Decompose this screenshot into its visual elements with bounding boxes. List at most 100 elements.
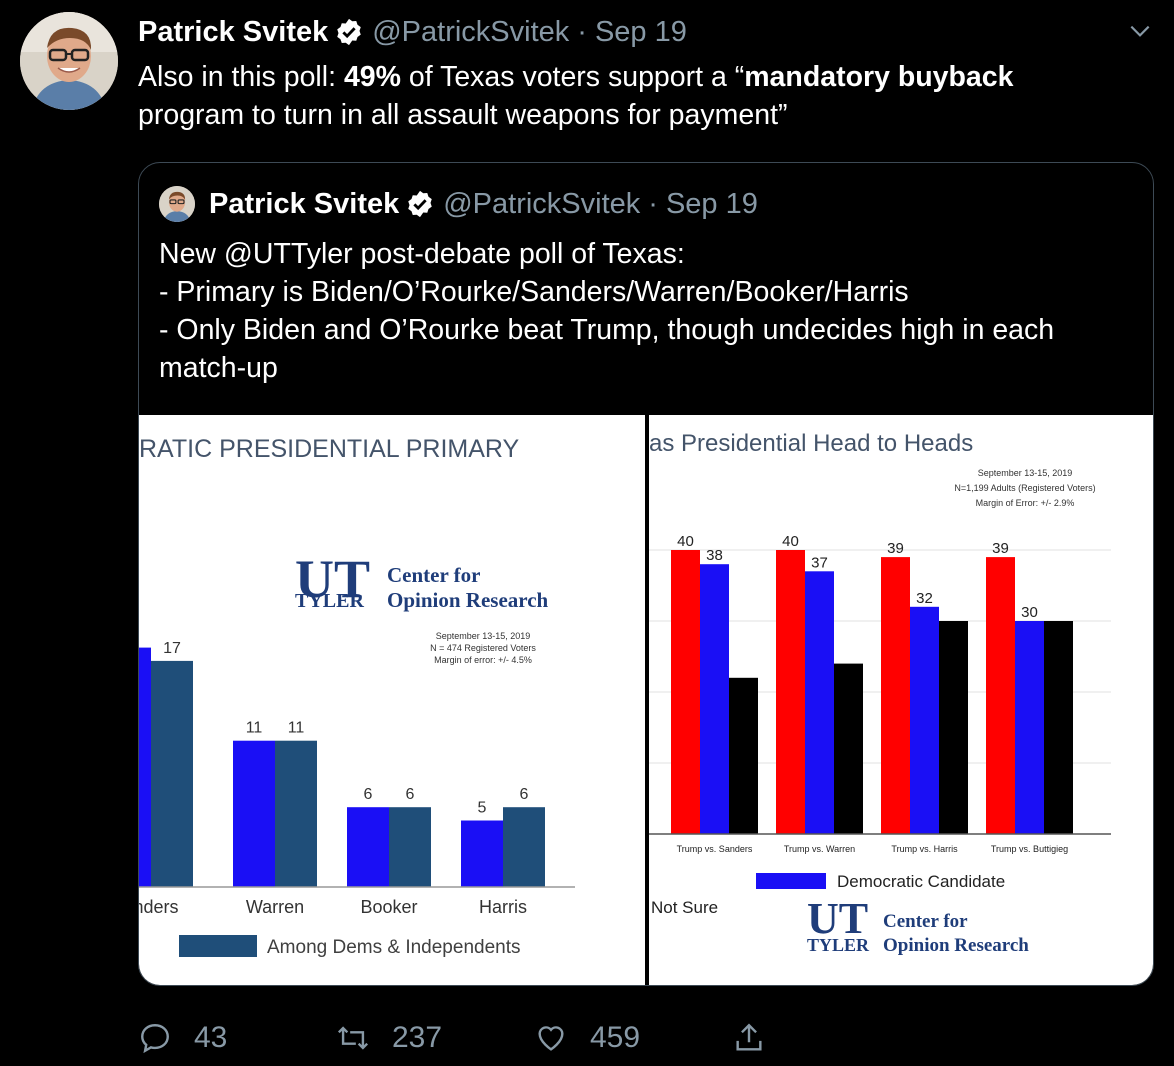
tweet-text: Also in this poll: 49% of Texas voters s…	[138, 58, 1148, 134]
bar	[700, 564, 729, 834]
legend-label: Democratic Candidate	[837, 872, 1005, 891]
bar	[275, 740, 317, 887]
bar-value-label: 11	[246, 720, 263, 737]
legend-swatch	[179, 935, 257, 957]
category-label: Warren	[246, 897, 304, 917]
bar	[1015, 621, 1044, 834]
quoted-handle: @PatrickSvitek	[443, 187, 641, 220]
category-label: Booker	[360, 897, 417, 917]
share-icon	[736, 1023, 762, 1051]
bar	[881, 557, 910, 834]
logo-center-text: Center for	[883, 911, 968, 932]
tweet-text-bold: 49%	[343, 61, 401, 93]
bar-value-label: 6	[520, 786, 529, 803]
separator: ·	[648, 187, 658, 220]
logo-center-text: Center for	[387, 563, 481, 587]
quoted-tweet[interactable]: Patrick Svitek @PatrickSvitek · Sep 19 N…	[138, 162, 1154, 986]
bar-value-label: 39	[887, 540, 904, 557]
chevron-down-icon[interactable]	[1127, 18, 1153, 44]
ut-tyler-logo: UT TYLER Center for Opinion Research	[807, 894, 1029, 956]
like-count: 459	[590, 1021, 641, 1054]
bar-value-label: 38	[706, 547, 723, 564]
retweet-icon	[337, 1026, 369, 1050]
chart-note: Margin of error: +/- 4.5%	[434, 655, 532, 665]
quoted-header: Patrick Svitek @PatrickSvitek · Sep 19	[159, 185, 758, 223]
bar	[461, 820, 503, 887]
chart-note: N=1,199 Adults (Registered Voters)	[954, 483, 1095, 493]
chart-title: RATIC PRESIDENTIAL PRIMARY	[139, 435, 519, 463]
bar	[939, 621, 968, 834]
separator: ·	[577, 15, 587, 48]
legend-label: Not Sure	[651, 898, 718, 917]
head-to-head-chart: as Presidential Head to Heads September …	[649, 430, 1111, 956]
bar	[776, 550, 805, 834]
bar	[729, 677, 758, 834]
category-label: Trump vs. Sanders	[677, 844, 753, 854]
bar	[805, 571, 834, 834]
bar-value-label: 30	[1021, 604, 1038, 621]
bar	[347, 807, 389, 887]
reply-button[interactable]: 43	[138, 1015, 227, 1061]
like-button[interactable]: 459	[534, 1015, 640, 1061]
bar-value-label: 32	[916, 590, 933, 607]
media-image-head-to-head[interactable]: as Presidential Head to Heads September …	[649, 415, 1153, 985]
bar	[910, 606, 939, 834]
bar	[671, 550, 700, 834]
media-grid: RATIC PRESIDENTIAL PRIMARY UT TYLER Cent…	[139, 415, 1153, 985]
bar-value-label: 40	[782, 533, 799, 550]
quoted-avatar	[159, 186, 195, 222]
avatar[interactable]	[20, 12, 118, 110]
share-button[interactable]	[732, 1015, 788, 1061]
handle[interactable]: @PatrickSvitek	[372, 16, 569, 49]
avatar-photo	[20, 12, 118, 110]
media-image-primary[interactable]: RATIC PRESIDENTIAL PRIMARY UT TYLER Cent…	[139, 415, 645, 985]
bar-value-label: 17	[163, 640, 181, 657]
bar	[1044, 621, 1073, 834]
bar	[986, 557, 1015, 834]
bar-value-label: 39	[992, 540, 1009, 557]
tweet-text-segment: program to turn in all assault weapons f…	[138, 99, 788, 131]
logo-tyler-text: TYLER	[295, 590, 364, 612]
legend-label: Among Dems & Independents	[267, 937, 521, 958]
tweet-date[interactable]: Sep 19	[595, 16, 687, 49]
retweet-button[interactable]: 237	[336, 1015, 442, 1061]
category-label: Trump vs. Warren	[784, 844, 855, 854]
chart-note: September 13-15, 2019	[978, 468, 1073, 478]
display-name[interactable]: Patrick Svitek	[138, 16, 328, 49]
chart-note: N = 474 Registered Voters	[430, 643, 536, 653]
category-label: Trump vs. Buttigieg	[991, 844, 1068, 854]
bar	[151, 660, 193, 887]
bar-value-label: 37	[811, 554, 828, 571]
bar	[503, 807, 545, 887]
ut-tyler-logo: UT TYLER Center for Opinion Research	[295, 549, 549, 612]
bar	[139, 647, 151, 887]
logo-tyler-text: TYLER	[807, 935, 870, 955]
quoted-text: New @UTTyler post-debate poll of Texas: …	[159, 238, 1055, 384]
bar-value-label: 40	[677, 533, 694, 550]
logo-research-text: Opinion Research	[387, 588, 549, 612]
primary-chart: RATIC PRESIDENTIAL PRIMARY UT TYLER Cent…	[139, 435, 575, 958]
bar	[233, 740, 275, 887]
tweet-text-segment: Also in this poll:	[138, 61, 344, 93]
retweet-count: 237	[392, 1021, 443, 1054]
bar	[389, 807, 431, 887]
bar	[834, 663, 863, 834]
bar-value-label: 6	[364, 786, 373, 803]
tweet-header: Patrick Svitek @PatrickSvitek · Sep 19	[138, 14, 687, 50]
legend-swatch	[756, 873, 826, 889]
verified-badge-icon	[337, 18, 361, 46]
chart-title: as Presidential Head to Heads	[649, 430, 973, 457]
logo-research-text: Opinion Research	[883, 935, 1029, 956]
chart-note: September 13-15, 2019	[436, 631, 531, 641]
avatar-photo	[159, 186, 195, 222]
tweet-text-bold: mandatory buyback	[744, 61, 1014, 93]
category-label: Harris	[479, 897, 527, 917]
bar-value-label: 6	[406, 786, 415, 803]
heart-icon	[538, 1026, 564, 1051]
category-label: Trump vs. Harris	[891, 844, 958, 854]
reply-count: 43	[194, 1021, 228, 1054]
bar-value-label: 11	[288, 720, 305, 737]
verified-badge-icon	[408, 190, 432, 218]
tweet-actions: 43 237 459	[0, 1015, 1174, 1061]
bar-value-label: 5	[478, 800, 487, 817]
